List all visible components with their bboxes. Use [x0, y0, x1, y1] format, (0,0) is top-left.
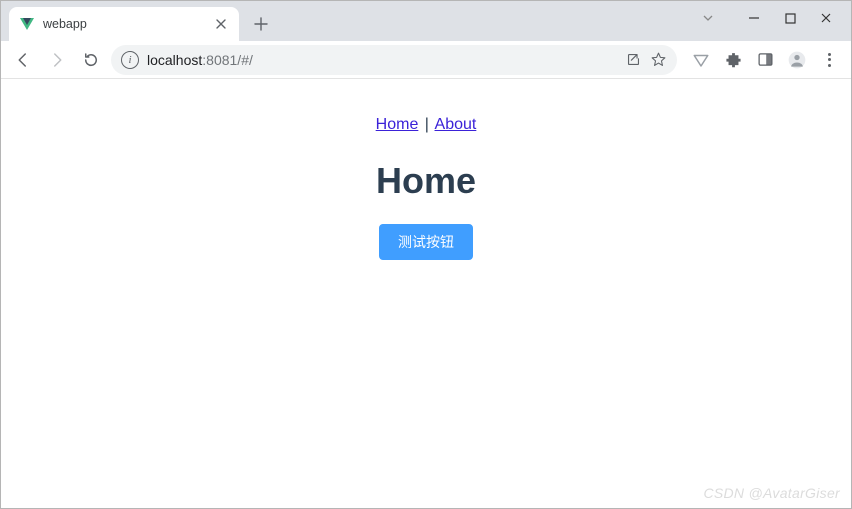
chrome-menu-icon[interactable] — [815, 46, 843, 74]
vue-favicon — [19, 16, 35, 32]
url-path: :8081/#/ — [202, 52, 253, 68]
nav-back-button[interactable] — [9, 46, 37, 74]
nav-reload-button[interactable] — [77, 46, 105, 74]
chevron-down-icon[interactable] — [701, 11, 715, 25]
window-minimize-icon[interactable] — [747, 11, 761, 25]
titlebar: webapp — [1, 1, 851, 41]
page-viewport: Home | About Home 测试按钮 CSDN @AvatarGiser — [2, 80, 850, 507]
window-close-icon[interactable] — [819, 11, 833, 25]
tab-title: webapp — [43, 17, 205, 31]
nav-forward-button[interactable] — [43, 46, 71, 74]
url-text: localhost:8081/#/ — [147, 52, 617, 68]
vue-devtools-icon[interactable] — [687, 46, 715, 74]
nav-link-about[interactable]: About — [435, 116, 477, 133]
nav-link-home[interactable]: Home — [376, 116, 419, 133]
profile-avatar-icon[interactable] — [783, 46, 811, 74]
window-controls — [701, 1, 847, 35]
toolbar-actions — [687, 46, 843, 74]
share-icon[interactable] — [625, 51, 642, 68]
url-host: localhost — [147, 52, 202, 68]
bookmark-star-icon[interactable] — [650, 51, 667, 68]
tab-strip: webapp — [1, 1, 275, 41]
window-maximize-icon[interactable] — [783, 11, 797, 25]
side-panel-icon[interactable] — [751, 46, 779, 74]
browser-toolbar: i localhost:8081/#/ — [1, 41, 851, 79]
router-nav: Home | About — [2, 116, 850, 134]
tab-close-icon[interactable] — [213, 16, 229, 32]
site-info-icon[interactable]: i — [121, 51, 139, 69]
test-button[interactable]: 测试按钮 — [379, 224, 473, 260]
new-tab-button[interactable] — [247, 10, 275, 38]
browser-tab[interactable]: webapp — [9, 7, 239, 41]
address-bar[interactable]: i localhost:8081/#/ — [111, 45, 677, 75]
nav-separator: | — [423, 116, 431, 133]
page-title: Home — [2, 160, 850, 202]
watermark-text: CSDN @AvatarGiser — [703, 485, 840, 501]
extensions-icon[interactable] — [719, 46, 747, 74]
